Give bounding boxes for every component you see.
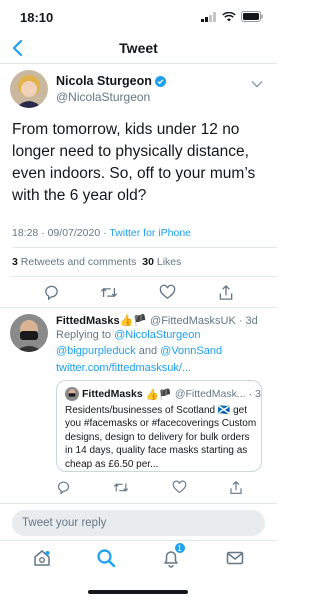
home-indicator bbox=[88, 590, 188, 594]
heart-icon bbox=[159, 284, 176, 299]
quoted-tweet[interactable]: FittedMasks👍🏴 @FittedMask... · 3d Reside… bbox=[56, 380, 262, 472]
divider bbox=[12, 276, 277, 277]
reply-name-emoji: 👍🏴 bbox=[119, 315, 147, 327]
tab-home[interactable] bbox=[30, 546, 54, 570]
share-icon bbox=[219, 284, 233, 300]
tab-search[interactable] bbox=[94, 546, 118, 570]
and-word: and bbox=[138, 345, 158, 357]
mail-icon bbox=[226, 551, 244, 564]
reply-handle: @FittedMasksUK · 3d bbox=[150, 315, 258, 327]
verified-badge-icon bbox=[154, 75, 166, 87]
share-button[interactable] bbox=[216, 282, 236, 302]
tweet-actions bbox=[0, 282, 277, 302]
quote-name-emoji: 👍🏴 bbox=[145, 388, 172, 401]
reply-link[interactable]: twitter.com/fittedmasksuk/... bbox=[56, 362, 191, 374]
tweet-meta: 18:28 · 09/07/2020 · Twitter for iPhone bbox=[12, 227, 191, 239]
notifications-badge: 1 bbox=[173, 541, 186, 554]
quote-handle: @FittedMask... bbox=[174, 388, 246, 400]
search-icon bbox=[97, 548, 116, 567]
share-icon[interactable] bbox=[229, 480, 243, 495]
retweet-icon[interactable] bbox=[113, 480, 129, 495]
divider bbox=[0, 307, 277, 308]
tweet-stats[interactable]: 3 Retweets and comments 30 Likes bbox=[12, 256, 181, 268]
quote-time: · 3d bbox=[248, 388, 261, 400]
tab-notifications[interactable]: 1 bbox=[159, 541, 186, 570]
reply-header: FittedMasks👍🏴 @FittedMasksUK · 3d bbox=[56, 314, 268, 327]
reply-author-name: FittedMasks bbox=[56, 315, 120, 327]
likes-label: Likes bbox=[156, 256, 182, 268]
mention-link[interactable]: @NicolaSturgeon bbox=[114, 329, 200, 341]
tab-bar: 1 bbox=[0, 540, 277, 574]
likes-count: 30 bbox=[142, 256, 154, 268]
tweet-timestamp: 18:28 · 09/07/2020 · bbox=[12, 227, 107, 239]
comment-icon bbox=[44, 285, 58, 301]
replying-to-label: Replying to bbox=[56, 329, 112, 341]
author-name: Nicola Sturgeon bbox=[56, 74, 152, 88]
retweet-button[interactable] bbox=[99, 282, 119, 302]
mention-link[interactable]: @VonnSand bbox=[160, 345, 222, 357]
quote-avatar bbox=[65, 387, 79, 401]
battery-icon bbox=[241, 11, 263, 22]
tab-messages[interactable] bbox=[223, 546, 247, 570]
quote-author-name: FittedMasks bbox=[82, 388, 143, 400]
reply-actions bbox=[56, 480, 261, 495]
mention-link[interactable]: @bigpurpleduck bbox=[56, 345, 136, 357]
quote-text: Residents/businesses of Scotland 🏴󠁧󠁢󠁳󠁣󠁴󠁿… bbox=[65, 405, 257, 470]
heart-icon[interactable] bbox=[172, 480, 187, 494]
page-title: Tweet bbox=[119, 40, 158, 56]
retweets-count: 3 bbox=[12, 256, 18, 268]
replying-to-more: @bigpurpleduck and @VonnSand bbox=[56, 345, 222, 357]
reply-avatar[interactable] bbox=[10, 314, 48, 352]
reply-input[interactable] bbox=[12, 510, 265, 536]
status-icons bbox=[201, 11, 263, 22]
reply-composer bbox=[0, 503, 277, 539]
tweet-text: From tomorrow, kids under 12 no longer n… bbox=[12, 121, 256, 204]
tweet-options-chevron-icon[interactable] bbox=[251, 80, 263, 88]
signal-icon bbox=[201, 11, 216, 22]
author-avatar[interactable] bbox=[10, 70, 48, 108]
retweets-label: Retweets and comments bbox=[20, 256, 137, 268]
author-handle: @NicolaSturgeon bbox=[56, 90, 151, 104]
nav-bar: Tweet bbox=[0, 32, 277, 64]
comment-icon[interactable] bbox=[56, 480, 71, 495]
status-bar: 18:10 bbox=[0, 0, 277, 32]
replying-to: Replying to @NicolaSturgeon bbox=[56, 329, 201, 341]
home-icon bbox=[34, 549, 50, 566]
retweet-icon bbox=[101, 287, 118, 297]
tweet-author[interactable]: Nicola Sturgeon @NicolaSturgeon bbox=[10, 70, 166, 108]
divider bbox=[12, 247, 277, 248]
status-time: 18:10 bbox=[20, 10, 54, 25]
tweet-source-link[interactable]: Twitter for iPhone bbox=[109, 227, 191, 239]
wifi-icon bbox=[222, 11, 236, 21]
like-button[interactable] bbox=[158, 282, 178, 302]
reply-button[interactable] bbox=[41, 282, 61, 302]
